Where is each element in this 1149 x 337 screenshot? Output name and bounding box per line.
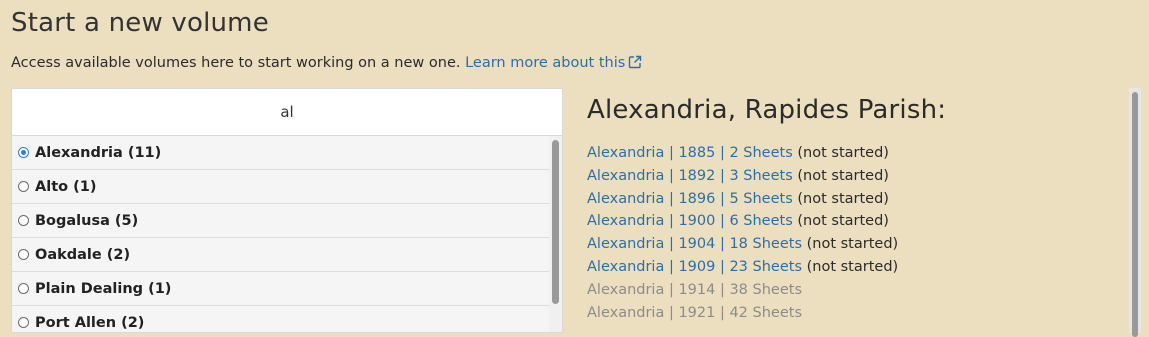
volume-link[interactable]: Alexandria | 1900 | 6 Sheets — [587, 213, 793, 229]
list-item[interactable]: Alto (1) — [12, 170, 549, 204]
learn-more-label: Learn more about this — [465, 55, 626, 71]
external-link-icon — [628, 55, 642, 73]
place-label: Plain Dealing (1) — [35, 280, 172, 297]
place-label: Port Allen (2) — [35, 314, 145, 331]
place-list: Alexandria (11) Alto (1) Bogalusa (5) Oa… — [12, 136, 549, 332]
radio[interactable] — [18, 215, 29, 226]
volume-row: Alexandria | 1900 | 6 Sheets (not starte… — [587, 210, 1127, 233]
radio[interactable] — [18, 181, 29, 192]
place-heading: Alexandria, Rapides Parish: — [587, 95, 947, 125]
volume-row: Alexandria | 1909 | 23 Sheets (not start… — [587, 256, 1127, 279]
volume-detail-panel: Alexandria, Rapides Parish: Alexandria |… — [587, 95, 1127, 324]
volume-link[interactable]: Alexandria | 1904 | 18 Sheets — [587, 236, 802, 252]
volume-status: (not started) — [806, 236, 899, 253]
volume-status: (not started) — [797, 145, 889, 161]
volume-status: (not started) — [797, 190, 889, 207]
volume-status: (not started) — [797, 213, 889, 230]
radio[interactable] — [18, 249, 29, 260]
place-label: Bogalusa (5) — [35, 212, 139, 229]
place-label: Alexandria (11) — [35, 144, 162, 161]
scrollbar-thumb[interactable] — [1132, 92, 1138, 337]
place-label: Alto (1) — [35, 178, 97, 195]
volume-link[interactable]: Alexandria | 1885 | 2 Sheets — [587, 145, 793, 161]
volume-status: (not started) — [797, 167, 889, 184]
unavailable-volume: Alexandria | 1914 | 38 Sheets — [587, 281, 802, 298]
list-item[interactable]: Port Allen (2) — [12, 306, 549, 332]
list-item[interactable]: Bogalusa (5) — [12, 204, 549, 238]
list-item[interactable]: Alexandria (11) — [12, 136, 549, 170]
volume-row-unavailable: Alexandria | 1921 | 42 Sheets — [587, 302, 1127, 325]
volume-link[interactable]: Alexandria | 1909 | 23 Sheets — [587, 259, 802, 275]
intro-description: Access available volumes here to start w… — [11, 55, 461, 71]
learn-more-link[interactable]: Learn more about this — [465, 55, 642, 71]
volume-row: Alexandria | 1892 | 3 Sheets (not starte… — [587, 165, 1127, 188]
volume-row-unavailable: Alexandria | 1914 | 38 Sheets — [587, 279, 1127, 302]
volume-status: (not started) — [806, 258, 899, 275]
place-list-scrollbar[interactable] — [549, 136, 562, 332]
scrollbar-thumb[interactable] — [552, 140, 559, 304]
radio[interactable] — [18, 317, 29, 328]
radio-selected[interactable] — [18, 147, 29, 158]
place-picker: Alexandria (11) Alto (1) Bogalusa (5) Oa… — [11, 88, 563, 333]
volume-link[interactable]: Alexandria | 1896 | 5 Sheets — [587, 191, 793, 207]
intro-text: Access available volumes here to start w… — [11, 55, 642, 73]
volume-row: Alexandria | 1885 | 2 Sheets (not starte… — [587, 142, 1127, 165]
volume-list: Alexandria | 1885 | 2 Sheets (not starte… — [587, 142, 1127, 324]
list-item[interactable]: Plain Dealing (1) — [12, 272, 549, 306]
search-box — [12, 88, 562, 136]
list-item[interactable]: Oakdale (2) — [12, 238, 549, 272]
volume-row: Alexandria | 1904 | 18 Sheets (not start… — [587, 233, 1127, 256]
volume-row: Alexandria | 1896 | 5 Sheets (not starte… — [587, 188, 1127, 211]
volume-link[interactable]: Alexandria | 1892 | 3 Sheets — [587, 168, 793, 184]
page-title: Start a new volume — [11, 8, 269, 38]
detail-scrollbar[interactable] — [1129, 88, 1141, 337]
unavailable-volume: Alexandria | 1921 | 42 Sheets — [587, 304, 802, 321]
radio[interactable] — [18, 283, 29, 294]
place-search-input[interactable] — [12, 88, 562, 136]
place-label: Oakdale (2) — [35, 246, 131, 263]
